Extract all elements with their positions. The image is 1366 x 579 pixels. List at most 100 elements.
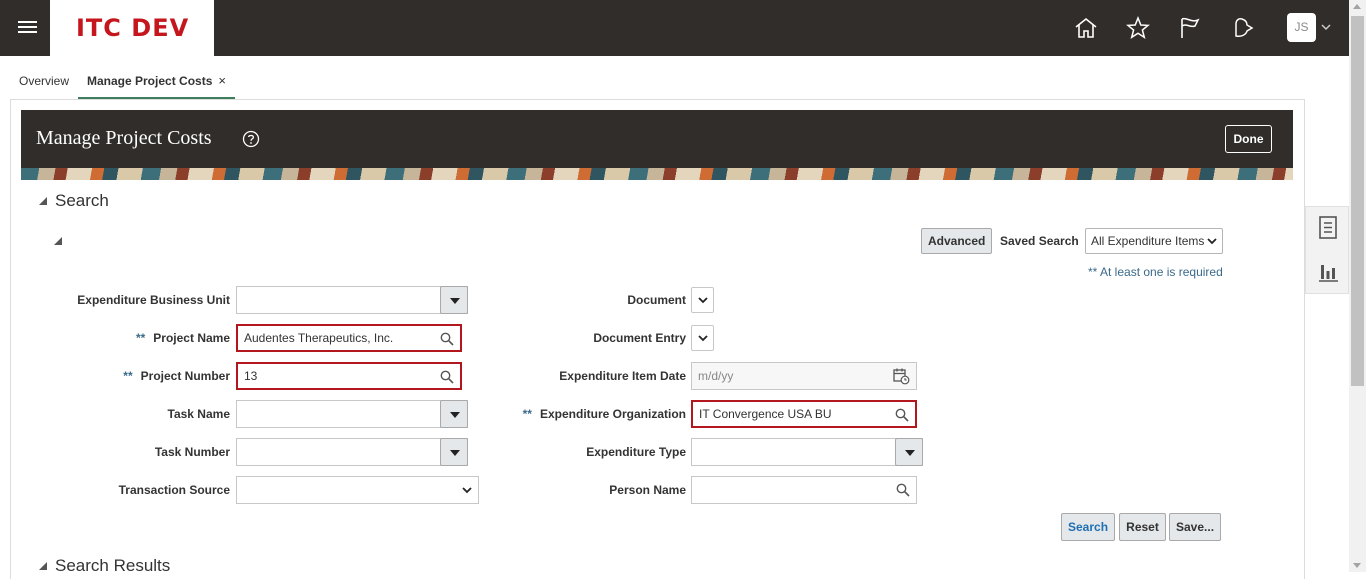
- field-value: 13: [244, 369, 258, 383]
- avatar[interactable]: JS: [1287, 13, 1316, 42]
- header-pattern: [21, 168, 1293, 180]
- chevron-down-icon: [698, 335, 708, 342]
- expenditure-organization-field[interactable]: IT Convergence USA BU: [691, 400, 917, 428]
- dropdown-button[interactable]: [440, 438, 468, 466]
- label-text: Document Entry: [593, 331, 686, 345]
- label-text: Task Number: [154, 445, 230, 459]
- scroll-up-arrow-icon[interactable]: [1353, 4, 1361, 9]
- search-button[interactable]: Search: [1061, 513, 1115, 541]
- collapse-triangle-icon[interactable]: [53, 236, 63, 246]
- bell-icon[interactable]: [1229, 15, 1255, 41]
- dropdown-button[interactable]: [895, 438, 923, 466]
- project-number-field[interactable]: 13: [236, 362, 462, 390]
- search-icon[interactable]: [440, 370, 454, 384]
- label-person-name: Person Name: [486, 483, 686, 497]
- reset-button[interactable]: Reset: [1119, 513, 1166, 541]
- saved-search-select[interactable]: All Expenditure Items: [1085, 228, 1223, 254]
- chart-icon[interactable]: [1317, 257, 1339, 283]
- expenditure-business-unit-field[interactable]: [236, 286, 468, 314]
- document-select[interactable]: [691, 287, 714, 313]
- expenditure-type-field[interactable]: [691, 438, 923, 466]
- collapse-triangle-icon[interactable]: [38, 561, 48, 571]
- search-icon[interactable]: [895, 408, 909, 422]
- label-document: Document: [486, 293, 686, 307]
- task-number-field[interactable]: [236, 438, 468, 466]
- collapse-triangle-icon[interactable]: [38, 196, 48, 206]
- close-icon[interactable]: ×: [218, 73, 226, 88]
- dropdown-button[interactable]: [440, 286, 468, 314]
- done-button[interactable]: Done: [1225, 125, 1272, 153]
- menu-icon[interactable]: [18, 18, 38, 38]
- dropdown-triangle-icon: [450, 298, 460, 304]
- side-panel: [1305, 206, 1349, 294]
- saved-search-value: All Expenditure Items: [1091, 234, 1205, 248]
- chevron-down-icon: [698, 297, 708, 304]
- label-text: Expenditure Organization: [539, 407, 686, 421]
- home-icon[interactable]: [1073, 15, 1099, 41]
- search-section-title: Search: [55, 191, 109, 210]
- chevron-down-icon: [1207, 238, 1217, 245]
- label-text: Project Name: [153, 331, 230, 345]
- calendar-icon[interactable]: [892, 367, 910, 385]
- label-text: Task Name: [167, 407, 230, 421]
- task-name-field[interactable]: [236, 400, 468, 428]
- label-document-entry: Document Entry: [486, 331, 686, 345]
- help-icon[interactable]: [242, 130, 260, 148]
- tab-overview[interactable]: Overview: [19, 66, 69, 100]
- label-expenditure-business-unit: Expenditure Business Unit: [30, 293, 230, 307]
- logo[interactable]: ITC DEV: [50, 0, 214, 56]
- label-text: Document: [627, 293, 686, 307]
- search-results-title: Search Results: [55, 556, 171, 575]
- label-expenditure-organization: ** Expenditure Organization: [486, 407, 686, 421]
- document-entry-select[interactable]: [691, 325, 714, 351]
- label-project-number: ** Project Number: [30, 369, 230, 383]
- dropdown-triangle-icon: [905, 450, 915, 456]
- label-text: Person Name: [609, 483, 686, 497]
- required-marker: **: [522, 407, 532, 421]
- label-expenditure-type: Expenditure Type: [486, 445, 686, 459]
- advanced-button[interactable]: Advanced: [921, 228, 992, 254]
- page-title: Manage Project Costs: [36, 127, 212, 149]
- label-expenditure-item-date: Expenditure Item Date: [486, 369, 686, 383]
- tab-label: Overview: [19, 74, 70, 88]
- required-marker: **: [123, 369, 133, 383]
- label-task-name: Task Name: [30, 407, 230, 421]
- logo-text: ITC DEV: [76, 14, 190, 42]
- field-value: IT Convergence USA BU: [699, 407, 832, 421]
- document-icon[interactable]: [1317, 215, 1339, 241]
- transaction-source-select[interactable]: [236, 476, 479, 504]
- label-text: Expenditure Business Unit: [77, 293, 230, 307]
- save-button[interactable]: Save...: [1169, 513, 1221, 541]
- tab-bar: Overview Manage Project Costs ×: [0, 66, 1310, 100]
- required-marker: **: [135, 331, 146, 345]
- dropdown-triangle-icon: [450, 450, 460, 456]
- search-icon[interactable]: [440, 332, 454, 346]
- label-text: Expenditure Type: [586, 445, 686, 459]
- label-text: Expenditure Item Date: [559, 369, 686, 383]
- project-name-field[interactable]: Audentes Therapeutics, Inc.: [236, 324, 462, 352]
- page-header: Manage Project Costs Done: [21, 110, 1293, 168]
- chevron-down-icon: [462, 487, 472, 494]
- chevron-down-icon[interactable]: [1320, 22, 1332, 32]
- label-text: Transaction Source: [118, 483, 230, 497]
- star-icon[interactable]: [1125, 15, 1151, 41]
- required-note: ** At least one is required: [1088, 265, 1223, 279]
- flag-icon[interactable]: [1177, 15, 1203, 41]
- label-project-name: ** Project Name: [30, 331, 230, 345]
- scrollbar-thumb[interactable]: [1351, 16, 1364, 386]
- date-placeholder: m/d/yy: [698, 369, 734, 383]
- label-text: Project Number: [140, 369, 230, 383]
- dropdown-button[interactable]: [440, 400, 468, 428]
- dropdown-triangle-icon: [450, 412, 460, 418]
- field-value: Audentes Therapeutics, Inc.: [244, 331, 394, 345]
- label-task-number: Task Number: [30, 445, 230, 459]
- search-icon[interactable]: [896, 483, 910, 497]
- saved-search-label: Saved Search: [1000, 234, 1079, 248]
- tab-label: Manage Project Costs: [87, 74, 213, 88]
- top-bar: ITC DEV JS: [0, 0, 1366, 56]
- tab-manage-project-costs[interactable]: Manage Project Costs ×: [78, 66, 235, 100]
- scroll-down-arrow-icon[interactable]: [1353, 563, 1361, 568]
- expenditure-item-date-field[interactable]: m/d/yy: [691, 362, 917, 390]
- person-name-field[interactable]: [691, 476, 917, 504]
- label-transaction-source: Transaction Source: [30, 483, 230, 497]
